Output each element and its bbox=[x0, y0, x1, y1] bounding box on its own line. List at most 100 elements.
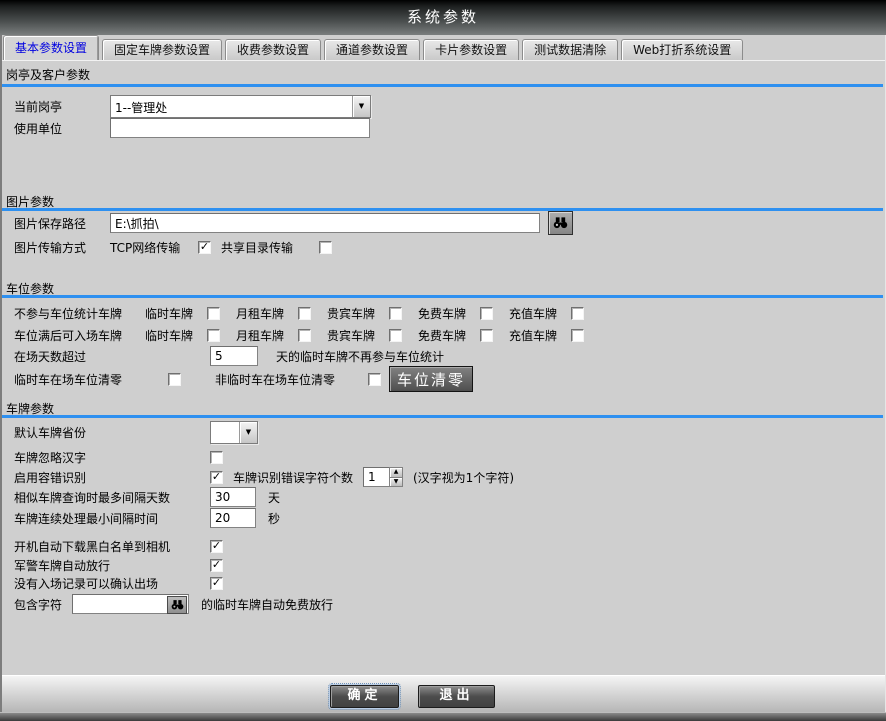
check-icon: ✓ bbox=[212, 540, 221, 551]
share-transfer-label: 共享目录传输 bbox=[221, 239, 307, 256]
plate-type-label: 临时车牌 bbox=[145, 327, 207, 344]
fault-tolerance-label: 启用容错识别 bbox=[14, 469, 210, 486]
error-char-count-input[interactable] bbox=[363, 467, 389, 487]
stat-vip-checkbox[interactable]: ✓ bbox=[389, 307, 402, 320]
stat-monthly-checkbox[interactable]: ✓ bbox=[298, 307, 311, 320]
full-stored-value-checkbox[interactable]: ✓ bbox=[571, 329, 584, 342]
binoculars-icon bbox=[553, 217, 568, 229]
overstay-suffix-label: 天的临时车牌不再参与车位统计 bbox=[276, 348, 444, 365]
plate-type-label: 免费车牌 bbox=[418, 327, 480, 344]
military-pass-label: 军警车牌自动放行 bbox=[14, 557, 210, 574]
tcp-transfer-label: TCP网络传输 bbox=[110, 239, 198, 256]
default-province-label: 默认车牌省份 bbox=[14, 424, 210, 441]
ok-button[interactable]: 确定 bbox=[330, 685, 399, 708]
stat-stored-value-checkbox[interactable]: ✓ bbox=[571, 307, 584, 320]
nontemp-clear-label: 非临时车在场车位清零 bbox=[215, 371, 368, 388]
section-divider bbox=[2, 415, 883, 418]
full-monthly-checkbox[interactable]: ✓ bbox=[298, 329, 311, 342]
stat-temp-checkbox[interactable]: ✓ bbox=[207, 307, 220, 320]
error-char-count-stepper[interactable]: ▲ ▼ bbox=[363, 467, 403, 487]
check-icon: ✓ bbox=[212, 471, 221, 482]
check-icon: ✓ bbox=[200, 241, 209, 252]
share-transfer-checkbox[interactable]: ✓ bbox=[319, 241, 332, 254]
process-interval-input[interactable] bbox=[210, 508, 256, 528]
stat-free-checkbox[interactable]: ✓ bbox=[480, 307, 493, 320]
allow-when-full-label: 车位满后可入场车牌 bbox=[14, 327, 145, 344]
temp-clear-checkbox[interactable]: ✓ bbox=[168, 373, 181, 386]
tab-strip: 基本参数设置 固定车牌参数设置 收费参数设置 通道参数设置 卡片参数设置 测试数… bbox=[3, 36, 883, 60]
section-divider bbox=[2, 84, 883, 87]
section-title-picture: 图片参数 bbox=[6, 193, 54, 208]
ignore-hanzi-label: 车牌忽略汉字 bbox=[14, 449, 210, 466]
check-icon: ✓ bbox=[212, 577, 221, 588]
window-title: 系统参数 bbox=[0, 0, 886, 35]
fault-tolerance-checkbox[interactable]: ✓ bbox=[210, 471, 223, 484]
current-booth-select[interactable]: 1--管理处 ▼ bbox=[110, 95, 371, 118]
section-title-plate: 车牌参数 bbox=[6, 400, 54, 415]
plate-type-label: 充值车牌 bbox=[509, 327, 571, 344]
exit-button[interactable]: 退出 bbox=[418, 685, 495, 708]
error-char-note-label: (汉字视为1个字符) bbox=[413, 469, 514, 486]
unit-label: 使用单位 bbox=[14, 120, 110, 137]
plate-type-label: 月租车牌 bbox=[236, 305, 298, 322]
similar-query-input[interactable] bbox=[210, 487, 256, 507]
title-bar: 系统参数 bbox=[0, 0, 886, 35]
window-left-edge bbox=[0, 35, 2, 712]
clear-spaces-button[interactable]: 车位清零 bbox=[389, 366, 473, 392]
tab-web-discount[interactable]: Web打折系统设置 bbox=[621, 39, 743, 60]
plate-type-label: 免费车牌 bbox=[418, 305, 480, 322]
system-params-window: 系统参数 基本参数设置 固定车牌参数设置 收费参数设置 通道参数设置 卡片参数设… bbox=[0, 0, 886, 721]
no-record-exit-checkbox[interactable]: ✓ bbox=[210, 577, 223, 590]
tab-card-params[interactable]: 卡片参数设置 bbox=[423, 39, 519, 60]
overstay-days-label: 在场天数超过 bbox=[14, 348, 210, 365]
tcp-transfer-checkbox[interactable]: ✓ bbox=[198, 241, 211, 254]
section-title-parking: 车位参数 bbox=[6, 280, 54, 295]
temp-clear-label: 临时车在场车位清零 bbox=[14, 371, 168, 388]
save-path-input[interactable] bbox=[110, 213, 540, 233]
save-path-label: 图片保存路径 bbox=[14, 215, 110, 232]
transfer-mode-label: 图片传输方式 bbox=[14, 239, 110, 256]
nontemp-clear-checkbox[interactable]: ✓ bbox=[368, 373, 381, 386]
default-province-value bbox=[211, 422, 239, 443]
tab-basic-params[interactable]: 基本参数设置 bbox=[3, 35, 99, 60]
chevron-down-icon[interactable]: ▼ bbox=[239, 422, 257, 443]
tab-test-data-clear[interactable]: 测试数据清除 bbox=[522, 39, 618, 60]
browse-path-button[interactable] bbox=[548, 211, 573, 235]
auto-download-label: 开机自动下载黑白名单到相机 bbox=[14, 538, 210, 555]
process-interval-unit-label: 秒 bbox=[268, 510, 280, 527]
military-pass-checkbox[interactable]: ✓ bbox=[210, 559, 223, 572]
check-icon: ✓ bbox=[212, 559, 221, 570]
tab-channel-params[interactable]: 通道参数设置 bbox=[324, 39, 420, 60]
section-divider bbox=[2, 208, 883, 211]
current-booth-value: 1--管理处 bbox=[111, 96, 352, 117]
process-interval-label: 车牌连续处理最小间隔时间 bbox=[14, 510, 210, 527]
tab-charge-params[interactable]: 收费参数设置 bbox=[225, 39, 321, 60]
exclude-stat-label: 不参与车位统计车牌 bbox=[14, 305, 145, 322]
contains-browse-button[interactable] bbox=[167, 596, 187, 614]
binoculars-icon bbox=[171, 600, 184, 610]
plate-type-label: 贵宾车牌 bbox=[327, 305, 389, 322]
section-title-booth: 岗亭及客户参数 bbox=[6, 66, 90, 81]
full-free-checkbox[interactable]: ✓ bbox=[480, 329, 493, 342]
full-temp-checkbox[interactable]: ✓ bbox=[207, 329, 220, 342]
error-char-count-label: 车牌识别错误字符个数 bbox=[233, 469, 355, 486]
similar-query-label: 相似车牌查询时最多间隔天数 bbox=[14, 489, 210, 506]
tab-page-border bbox=[0, 60, 886, 61]
overstay-days-input[interactable] bbox=[210, 346, 258, 366]
unit-input[interactable] bbox=[110, 118, 370, 138]
plate-type-label: 充值车牌 bbox=[509, 305, 571, 322]
full-vip-checkbox[interactable]: ✓ bbox=[389, 329, 402, 342]
plate-type-label: 贵宾车牌 bbox=[327, 327, 389, 344]
stepper-up-icon[interactable]: ▲ bbox=[389, 467, 403, 478]
default-province-select[interactable]: ▼ bbox=[210, 421, 258, 444]
plate-type-label: 临时车牌 bbox=[145, 305, 207, 322]
tab-fixed-plate-params[interactable]: 固定车牌参数设置 bbox=[102, 39, 222, 60]
no-record-exit-label: 没有入场记录可以确认出场 bbox=[14, 575, 210, 592]
ignore-hanzi-checkbox[interactable]: ✓ bbox=[210, 451, 223, 464]
contains-suffix-label: 的临时车牌自动免费放行 bbox=[201, 596, 333, 613]
current-booth-label: 当前岗亭 bbox=[14, 98, 110, 115]
chevron-down-icon[interactable]: ▼ bbox=[352, 96, 370, 117]
plate-type-label: 月租车牌 bbox=[236, 327, 298, 344]
auto-download-checkbox[interactable]: ✓ bbox=[210, 540, 223, 553]
contains-chars-label: 包含字符 bbox=[14, 596, 72, 613]
